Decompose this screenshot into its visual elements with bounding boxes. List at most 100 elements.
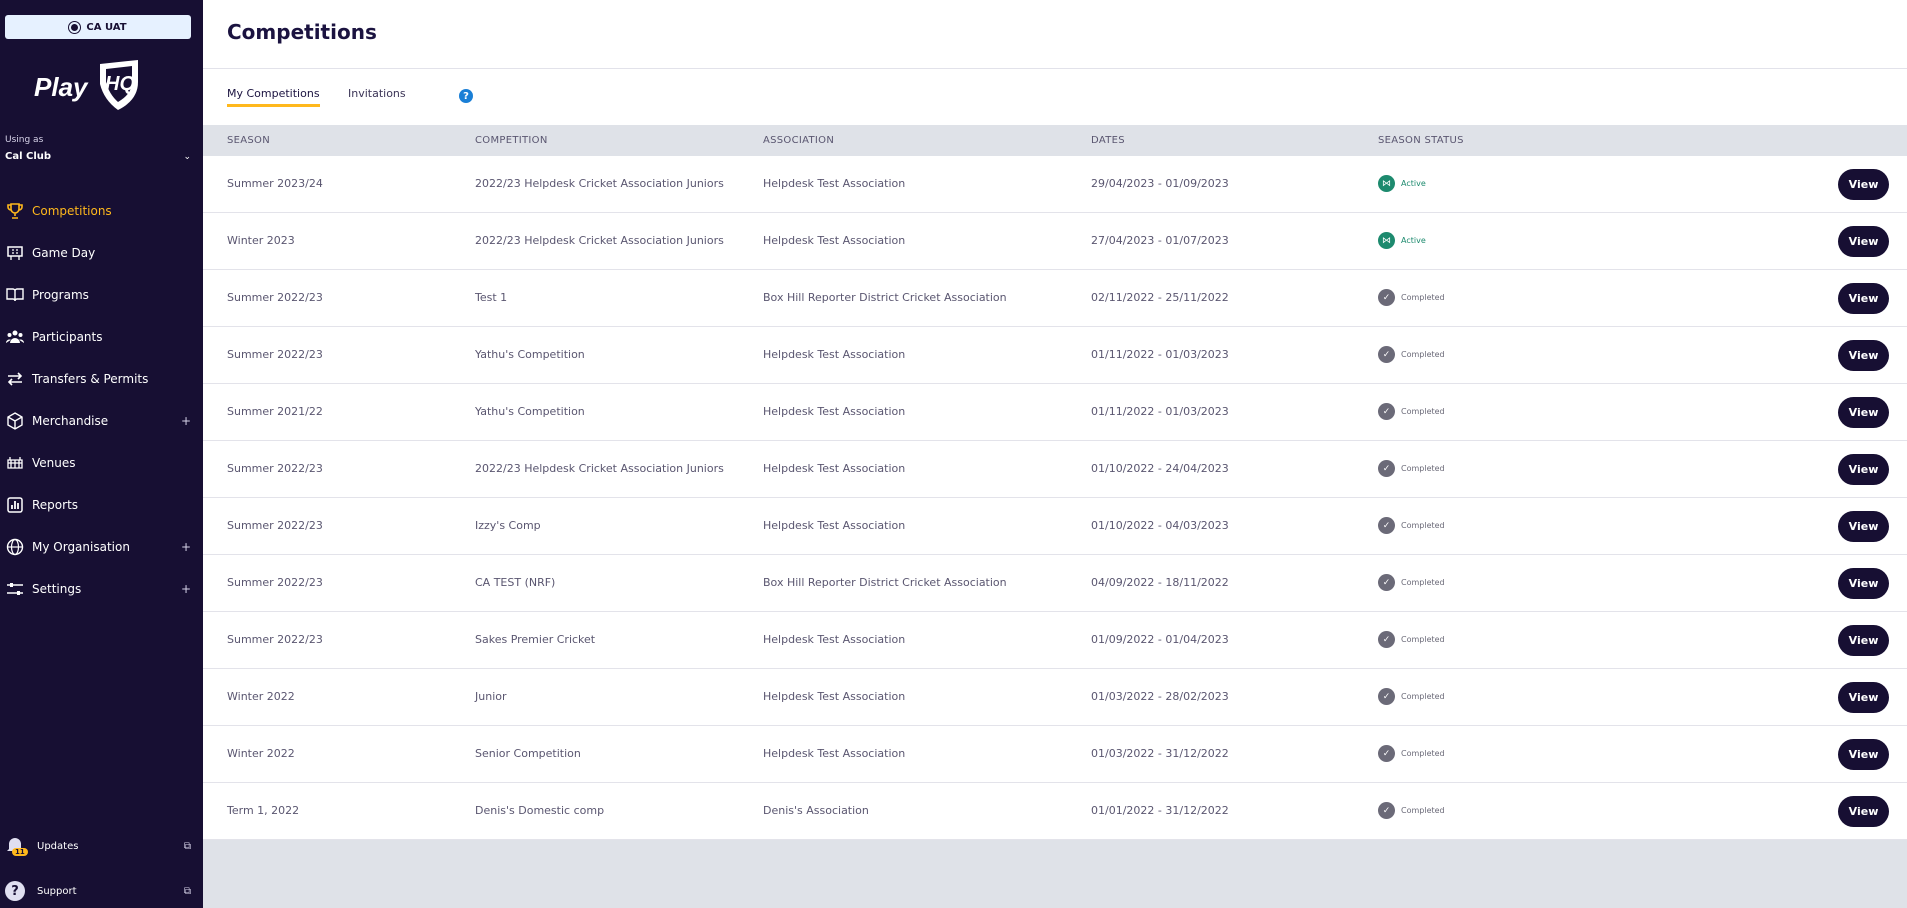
cell-association: Helpdesk Test Association bbox=[763, 177, 906, 190]
status-badge: ✓ Completed bbox=[1378, 802, 1445, 819]
tab-invitations[interactable]: Invitations bbox=[348, 87, 406, 104]
cell-dates: 01/03/2022 - 28/02/2023 bbox=[1091, 690, 1229, 703]
table-row: Summer 2022/23 2022/23 Helpdesk Cricket … bbox=[203, 441, 1907, 498]
cell-association: Helpdesk Test Association bbox=[763, 690, 906, 703]
column-header-competition[interactable]: COMPETITION bbox=[475, 135, 548, 146]
check-icon: ✓ bbox=[1378, 631, 1395, 648]
updates-label: Updates bbox=[37, 840, 79, 852]
cell-competition: 2022/23 Helpdesk Cricket Association Jun… bbox=[475, 234, 724, 247]
check-icon: ✓ bbox=[1378, 289, 1395, 306]
view-button[interactable]: View bbox=[1838, 397, 1889, 428]
cell-competition: CA TEST (NRF) bbox=[475, 576, 556, 589]
status-badge: ✓ Completed bbox=[1378, 631, 1445, 648]
status-badge: ✓ Completed bbox=[1378, 403, 1445, 420]
view-button[interactable]: View bbox=[1838, 739, 1889, 770]
club-name: Cal Club bbox=[5, 151, 52, 162]
cell-dates: 02/11/2022 - 25/11/2022 bbox=[1091, 291, 1229, 304]
cell-season: Winter 2022 bbox=[227, 690, 295, 703]
sidebar-item-label: My Organisation bbox=[32, 540, 130, 554]
expand-plus-icon[interactable]: + bbox=[181, 414, 191, 428]
status-badge: ✓ Completed bbox=[1378, 574, 1445, 591]
people-icon bbox=[5, 327, 25, 347]
using-as-label: Using as bbox=[5, 135, 44, 145]
status-badge: ✓ Completed bbox=[1378, 688, 1445, 705]
cell-dates: 01/11/2022 - 01/03/2023 bbox=[1091, 348, 1229, 361]
view-button[interactable]: View bbox=[1838, 796, 1889, 827]
view-button[interactable]: View bbox=[1838, 340, 1889, 371]
status-text: Completed bbox=[1401, 578, 1445, 587]
environment-label: CA UAT bbox=[86, 21, 127, 33]
cell-dates: 29/04/2023 - 01/09/2023 bbox=[1091, 177, 1229, 190]
question-circle-icon: ? bbox=[5, 881, 25, 901]
sidebar-item-label: Competitions bbox=[32, 204, 112, 218]
check-icon: ✓ bbox=[1378, 802, 1395, 819]
help-icon[interactable]: ? bbox=[459, 89, 473, 103]
report-icon bbox=[5, 495, 25, 515]
sidebar-item-transfers-permits[interactable]: Transfers & Permits bbox=[0, 358, 203, 400]
stadium-icon bbox=[5, 453, 25, 473]
tab-bar: My Competitions Invitations ? bbox=[203, 69, 1907, 125]
view-button[interactable]: View bbox=[1838, 682, 1889, 713]
check-icon: ✓ bbox=[1378, 574, 1395, 591]
cell-season: Term 1, 2022 bbox=[227, 804, 300, 817]
column-header-dates[interactable]: DATES bbox=[1091, 135, 1125, 146]
active-status-icon: ⋈ bbox=[1378, 175, 1395, 192]
sidebar-item-merchandise[interactable]: Merchandise + bbox=[0, 400, 203, 442]
sidebar-item-support[interactable]: ? Support ⧉ bbox=[5, 881, 191, 901]
sliders-icon bbox=[5, 579, 25, 599]
playhq-logo[interactable]: Play HQ bbox=[34, 60, 144, 112]
sidebar-item-game-day[interactable]: Game Day bbox=[0, 232, 203, 274]
sidebar-item-label: Merchandise bbox=[32, 414, 109, 428]
sidebar-item-my-organisation[interactable]: My Organisation + bbox=[0, 526, 203, 568]
view-button[interactable]: View bbox=[1838, 625, 1889, 656]
sidebar-item-venues[interactable]: Venues bbox=[0, 442, 203, 484]
scoreboard-icon bbox=[5, 243, 25, 263]
view-button[interactable]: View bbox=[1838, 226, 1889, 257]
globe-icon bbox=[5, 537, 25, 557]
sidebar-item-competitions[interactable]: Competitions bbox=[0, 190, 203, 232]
cell-competition: Yathu's Competition bbox=[475, 348, 585, 361]
expand-plus-icon[interactable]: + bbox=[181, 540, 191, 554]
sidebar-item-label: Venues bbox=[32, 456, 76, 470]
page-title: Competitions bbox=[227, 20, 377, 44]
expand-plus-icon[interactable]: + bbox=[181, 582, 191, 596]
view-button[interactable]: View bbox=[1838, 283, 1889, 314]
status-text: Active bbox=[1401, 179, 1426, 188]
status-text: Completed bbox=[1401, 635, 1445, 644]
sidebar-item-reports[interactable]: Reports bbox=[0, 484, 203, 526]
cell-association: Helpdesk Test Association bbox=[763, 633, 906, 646]
view-button[interactable]: View bbox=[1838, 568, 1889, 599]
column-header-season-status[interactable]: SEASON STATUS bbox=[1378, 135, 1464, 146]
cell-association: Helpdesk Test Association bbox=[763, 348, 906, 361]
tab-my-competitions[interactable]: My Competitions bbox=[227, 87, 320, 107]
status-text: Completed bbox=[1401, 464, 1445, 473]
status-text: Active bbox=[1401, 236, 1426, 245]
column-header-season[interactable]: SEASON bbox=[227, 135, 270, 146]
table-row: Summer 2022/23 CA TEST (NRF) Box Hill Re… bbox=[203, 555, 1907, 612]
cell-season: Winter 2022 bbox=[227, 747, 295, 760]
sidebar-item-label: Game Day bbox=[32, 246, 96, 260]
view-button[interactable]: View bbox=[1838, 511, 1889, 542]
sidebar: CA UAT Play HQ Using as Cal Club ⌄ Compe… bbox=[0, 0, 203, 908]
updates-badge: 11 bbox=[12, 848, 28, 856]
cell-dates: 01/10/2022 - 24/04/2023 bbox=[1091, 462, 1229, 475]
external-link-icon: ⧉ bbox=[183, 840, 191, 852]
table-row: Summer 2022/23 Izzy's Comp Helpdesk Test… bbox=[203, 498, 1907, 555]
sidebar-item-settings[interactable]: Settings + bbox=[0, 568, 203, 610]
sidebar-item-updates[interactable]: 11 Updates ⧉ bbox=[5, 835, 191, 857]
column-header-association[interactable]: ASSOCIATION bbox=[763, 135, 834, 146]
view-button[interactable]: View bbox=[1838, 454, 1889, 485]
cell-competition: Junior bbox=[475, 690, 507, 703]
cell-dates: 01/03/2022 - 31/12/2022 bbox=[1091, 747, 1229, 760]
sidebar-item-programs[interactable]: Programs bbox=[0, 274, 203, 316]
view-button[interactable]: View bbox=[1838, 169, 1889, 200]
cell-association: Box Hill Reporter District Cricket Assoc… bbox=[763, 576, 1007, 589]
chevron-down-icon: ⌄ bbox=[183, 151, 191, 162]
club-selector[interactable]: Cal Club ⌄ bbox=[5, 151, 191, 162]
environment-badge[interactable]: CA UAT bbox=[5, 15, 191, 39]
cell-season: Summer 2022/23 bbox=[227, 348, 323, 361]
cell-season: Winter 2023 bbox=[227, 234, 295, 247]
sidebar-item-participants[interactable]: Participants bbox=[0, 316, 203, 358]
page-header: Competitions bbox=[203, 0, 1907, 69]
check-icon: ✓ bbox=[1378, 460, 1395, 477]
